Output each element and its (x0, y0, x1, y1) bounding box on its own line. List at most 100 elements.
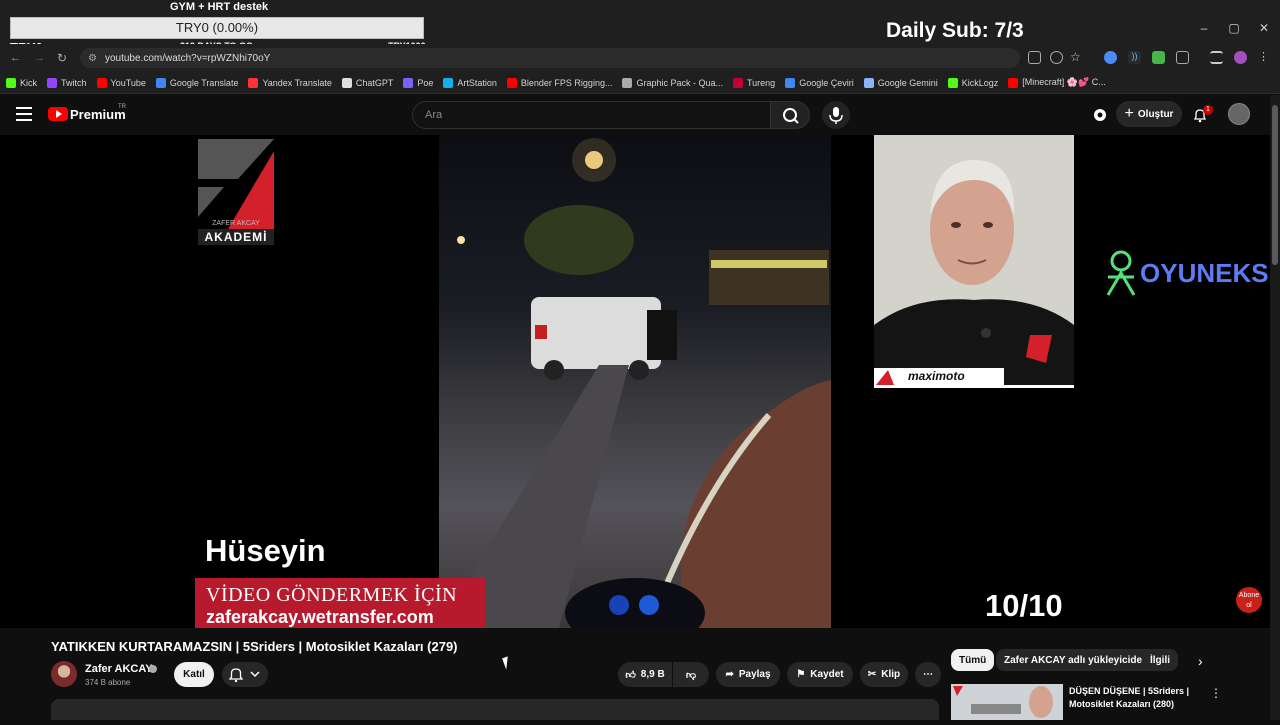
voice-search-button[interactable] (822, 101, 850, 129)
bookmark-item[interactable]: Google Translate (155, 77, 239, 88)
address-bar[interactable]: ⚙ youtube.com/watch?v=rpWZNhi70oY (80, 48, 1020, 68)
subscriber-count: 374 B abone (85, 678, 131, 687)
bookmark-item[interactable]: [Minecraft] 🌸💕 C... (1008, 77, 1106, 88)
tab-search-icon[interactable] (1210, 51, 1223, 64)
like-button[interactable]: 👍︎ 8,9 B (618, 662, 672, 687)
related-video-title[interactable]: DÜŞEN DÜŞENE | 5Sriders | Motosiklet Kaz… (1069, 685, 1209, 711)
account-avatar[interactable] (1228, 103, 1250, 125)
clip-button[interactable]: ✂ Klip (860, 662, 908, 687)
bookmark-item[interactable]: Twitch (47, 77, 87, 88)
chevron-right-icon[interactable]: › (1198, 653, 1203, 669)
bookmark-favicon-icon (341, 77, 352, 88)
bookmark-item[interactable]: YouTube (96, 77, 146, 88)
scissors-icon: ✂ (867, 669, 877, 680)
bookmark-item[interactable]: Blender FPS Rigging... (506, 77, 613, 88)
extension-icon[interactable] (1152, 51, 1165, 64)
extension-icon[interactable] (1104, 51, 1117, 64)
maximoto-logo: maximoto (874, 368, 1004, 387)
bookmark-favicon-icon (622, 77, 633, 88)
bookmark-item[interactable]: Yandex Translate (248, 77, 332, 88)
bookmark-item[interactable]: Graphic Pack - Qua... (622, 77, 723, 88)
region-label: TR (118, 104, 126, 110)
submission-banner-title: VİDEO GÖNDERMEK İÇİN (206, 584, 458, 606)
video-title: YATIKKEN KURTARAMAZSIN | 5Sriders | Moto… (51, 639, 458, 654)
scrollbar-thumb[interactable] (1272, 105, 1278, 265)
bookmark-label: Twitch (61, 77, 87, 88)
more-actions-button[interactable]: ⋯ (915, 662, 941, 687)
mouse-cursor (502, 656, 512, 670)
youtube-logo-icon[interactable] (48, 107, 68, 121)
description-box[interactable] (51, 699, 939, 720)
maximoto-brand-text: maximoto (908, 369, 965, 383)
bookmark-favicon-icon (947, 77, 958, 88)
url-text[interactable]: youtube.com/watch?v=rpWZNhi70oY (105, 53, 270, 64)
hamburger-menu-icon[interactable] (16, 107, 32, 121)
akademi-label: AKADEMİ (198, 229, 274, 245)
bookmark-item[interactable]: KickLogz (947, 77, 999, 88)
extension-icon[interactable]: )) (1128, 51, 1141, 64)
chip-related[interactable]: İlgili (1142, 649, 1178, 671)
bookmark-label: Google Translate (169, 77, 239, 88)
minimize-icon[interactable]: – (1196, 20, 1212, 36)
bookmark-label: [Minecraft] 🌸💕 C... (1022, 77, 1106, 87)
screen-cast-icon[interactable] (1028, 51, 1041, 64)
chip-from-uploader[interactable]: Zafer AKCAY adlı yükleyiciden (996, 649, 1157, 671)
subscription-bell-button[interactable] (222, 662, 268, 687)
chip-all[interactable]: Tümü (951, 649, 995, 671)
studio-gear-icon[interactable] (1092, 107, 1108, 123)
bookmark-star-icon[interactable]: ☆ (1070, 51, 1083, 64)
thumbs-down-icon: 👎︎ (685, 669, 697, 681)
extensions-puzzle-icon[interactable] (1176, 51, 1189, 64)
eye-off-icon[interactable] (1050, 51, 1063, 64)
subscribe-watermark[interactable]: Abone ol (1236, 587, 1262, 613)
bookmark-favicon-icon (47, 77, 58, 88)
dislike-button[interactable]: 👎︎ (673, 662, 709, 687)
site-info-icon[interactable]: ⚙ (88, 53, 97, 64)
more-vertical-icon[interactable]: ⋮ (1210, 686, 1222, 700)
share-button[interactable]: ➦ Paylaş (716, 662, 780, 687)
search-button[interactable] (770, 101, 810, 129)
page-scrollbar[interactable] (1270, 95, 1280, 720)
bookmark-label: Tureng (747, 77, 776, 88)
forward-icon[interactable]: → (34, 52, 45, 64)
browser-menu-icon[interactable]: ⋮ (1258, 51, 1271, 64)
bookmark-favicon-icon (248, 77, 259, 88)
search-icon (783, 108, 799, 124)
oyuneks-mascot-icon (1104, 247, 1138, 297)
bookmark-label: KickLogz (961, 77, 999, 88)
browser-tab-strip: GYM + HRT destek TRY0 (0.00%) TRY0 319 D… (0, 0, 1280, 55)
verified-icon (149, 665, 157, 673)
bookmark-item[interactable]: ChatGPT (341, 77, 393, 88)
bookmark-item[interactable]: Google Gemini (863, 77, 938, 88)
submission-banner-url: zaferakcay.wetransfer.com (206, 607, 434, 627)
save-button[interactable]: ⚑ Kaydet (787, 662, 853, 687)
join-button[interactable]: Katıl (174, 662, 214, 687)
bookmark-item[interactable]: Google Çeviri (785, 77, 854, 88)
maximize-icon[interactable]: ▢ (1226, 20, 1242, 36)
share-label: Paylaş (738, 669, 771, 680)
profile-avatar[interactable] (1234, 51, 1247, 64)
notification-count-badge: 1 (1203, 105, 1213, 115)
like-count: 8,9 B (640, 669, 665, 680)
bookmark-item[interactable]: Poe (403, 77, 433, 88)
bookmark-favicon-icon (506, 77, 517, 88)
bookmark-item[interactable]: Tureng (733, 77, 776, 88)
close-icon[interactable]: ✕ (1256, 20, 1272, 36)
related-video-thumbnail[interactable] (951, 684, 1063, 720)
bookmark-item[interactable]: Kick (6, 77, 37, 88)
bell-icon (228, 668, 244, 683)
bookmark-item[interactable]: ArtStation (443, 77, 497, 88)
save-label: Kaydet (810, 669, 844, 680)
thumbs-up-icon: 👍︎ (625, 669, 636, 681)
back-icon[interactable]: ← (10, 52, 21, 64)
search-input[interactable]: Ara (412, 101, 770, 129)
video-player[interactable]: ZAFER AKCAY AKADEMİ maximoto OYUNEKS Hüs… (0, 135, 1270, 628)
reload-icon[interactable]: ↻ (57, 51, 67, 65)
bookmark-label: Google Gemini (877, 77, 938, 88)
create-button[interactable]: + Oluştur (1116, 101, 1182, 127)
channel-avatar[interactable] (51, 661, 77, 687)
bookmark-label: Blender FPS Rigging... (520, 77, 613, 88)
bookmark-favicon-icon (785, 77, 796, 88)
goal-progress-bar: TRY0 (0.00%) (10, 17, 424, 39)
channel-name[interactable]: Zafer AKCAY (85, 663, 153, 675)
